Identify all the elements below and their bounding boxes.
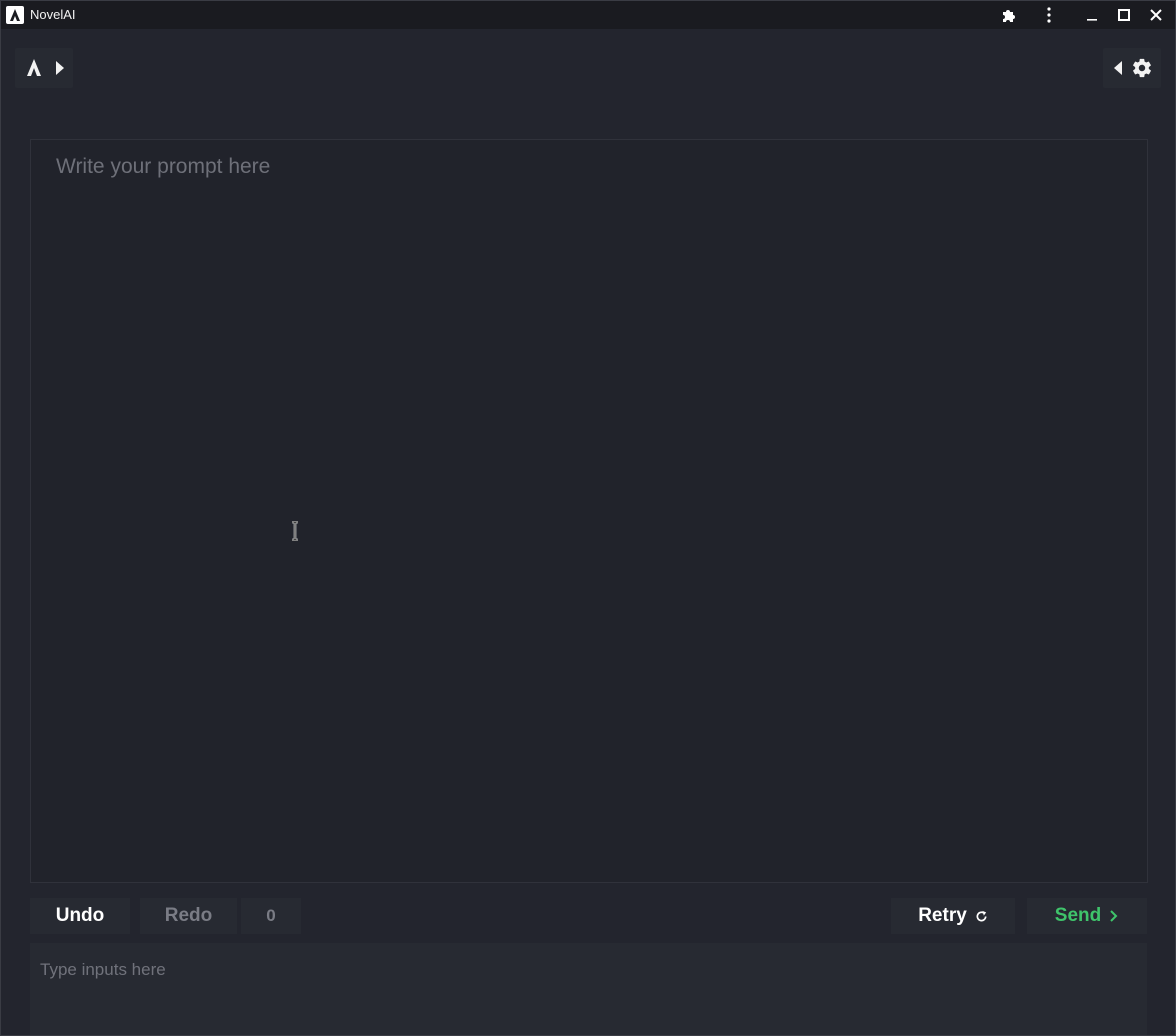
- retry-label: Retry: [918, 905, 967, 926]
- novelai-logo-icon: [27, 59, 41, 76]
- kebab-menu-icon: [1047, 7, 1051, 23]
- title-bar[interactable]: NovelAI: [1, 1, 1175, 29]
- caret-left-icon: [1114, 61, 1122, 75]
- app-window: NovelAI Write your prompt here Undo Redo…: [0, 0, 1176, 1036]
- close-button[interactable]: [1140, 1, 1172, 29]
- input-field[interactable]: Type inputs here: [30, 943, 1147, 1035]
- maximize-button[interactable]: [1108, 1, 1140, 29]
- gear-icon: [1133, 58, 1151, 78]
- redo-label: Redo: [164, 905, 213, 926]
- prompt-placeholder: Write your prompt here: [56, 155, 271, 178]
- extensions-button[interactable]: [993, 1, 1025, 29]
- undo-label: Undo: [55, 905, 105, 926]
- send-button[interactable]: Send: [1027, 898, 1147, 934]
- input-placeholder: Type inputs here: [40, 960, 166, 979]
- text-cursor-icon: [292, 521, 298, 541]
- menu-button[interactable]: [1033, 1, 1065, 29]
- minimize-button[interactable]: [1076, 1, 1108, 29]
- window-title: NovelAI: [30, 7, 76, 22]
- caret-right-icon: [56, 61, 64, 75]
- minimize-icon: [1087, 19, 1097, 21]
- maximize-icon: [1118, 9, 1130, 21]
- retry-button[interactable]: Retry: [891, 898, 1015, 934]
- open-left-sidebar-button[interactable]: [15, 48, 73, 88]
- redo-button[interactable]: Redo: [140, 898, 237, 934]
- open-settings-button[interactable]: [1103, 48, 1161, 88]
- close-icon: [1150, 9, 1162, 21]
- prompt-editor[interactable]: Write your prompt here: [30, 139, 1148, 883]
- novelai-logo-icon: [6, 6, 24, 24]
- puzzle-icon: [1003, 10, 1015, 22]
- refresh-icon: [975, 910, 988, 923]
- undo-button[interactable]: Undo: [30, 898, 130, 934]
- history-counter-value: 0: [266, 906, 276, 925]
- chevron-right-icon: [1109, 910, 1119, 922]
- send-label: Send: [1054, 905, 1102, 926]
- history-counter[interactable]: 0: [241, 898, 301, 934]
